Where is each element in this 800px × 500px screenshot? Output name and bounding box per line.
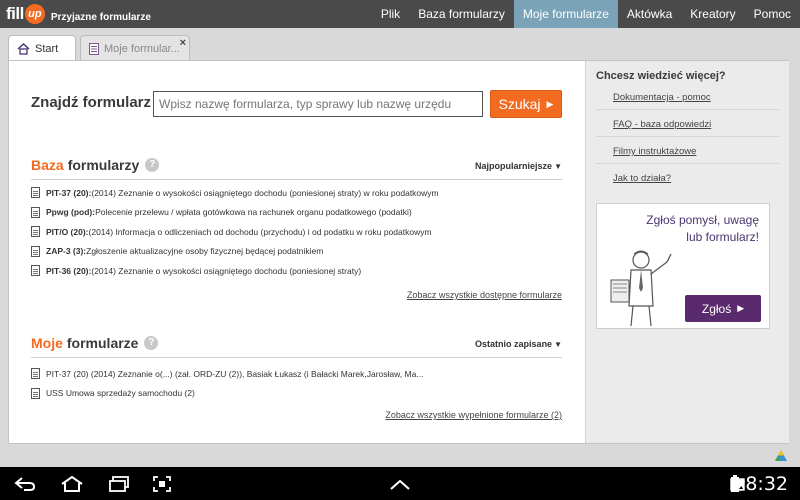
section-title-baza: Baza formularzy ?	[31, 157, 160, 173]
sort-dropdown-recent[interactable]: Ostatnio zapisane ▼	[475, 339, 562, 349]
arrow-right-icon: ▶	[737, 303, 745, 313]
tab-strip: Start Moje formular... ×	[0, 28, 800, 61]
title-accent: Baza	[31, 157, 64, 173]
logo-text: fill	[6, 4, 24, 23]
tab-label: Start	[35, 42, 59, 55]
list-item[interactable]: PIT/O (20): (2014) Informacja o odliczen…	[31, 222, 562, 242]
item-text: USS Umowa sprzedaży samochodu (2)	[46, 388, 195, 399]
tab-start[interactable]: Start	[8, 35, 76, 61]
item-code: PIT/O (20):	[46, 226, 89, 237]
item-desc: (2014) Zeznanie o wysokości osiągniętego…	[91, 187, 439, 198]
screenshot-icon[interactable]	[152, 475, 172, 493]
report-button[interactable]: Zgłoś ▶	[685, 295, 761, 322]
search-input[interactable]	[153, 91, 483, 117]
item-code: ZAP-3 (3):	[46, 246, 87, 257]
document-icon	[31, 368, 40, 380]
status-area: # 8:32	[730, 472, 792, 496]
list-item[interactable]: PIT-37 (20): (2014) Zeznanie o wysokości…	[31, 183, 562, 203]
sort-dropdown-popular[interactable]: Najpopularniejsze ▼	[475, 161, 562, 171]
item-code: PIT-36 (20):	[46, 265, 92, 276]
link-jak-to-dziala[interactable]: Jak to działa?	[613, 173, 671, 184]
app-logo[interactable]: fill up Przyjazne formularze	[6, 2, 151, 26]
divider	[596, 109, 779, 110]
app-tagline: Przyjazne formularze	[50, 11, 151, 23]
form-icon	[89, 42, 99, 55]
system-bar: # 8:32	[0, 467, 800, 500]
chevron-up-icon[interactable]	[389, 479, 411, 491]
logo-badge: up	[24, 4, 45, 24]
divider	[596, 136, 779, 137]
nav-item-pomoc[interactable]: Pomoc	[745, 0, 800, 28]
see-all-forms-link[interactable]: Zobacz wszystkie dostępne formularze	[407, 290, 562, 300]
help-icon[interactable]: ?	[144, 336, 159, 350]
search-button[interactable]: Szukaj ▶	[490, 90, 562, 118]
sidebar-title: Chcesz wiedzieć więcej?	[596, 70, 726, 82]
list-item[interactable]: PIT-37 (20) (2014) Zeznanie o(...) (zał.…	[31, 364, 562, 384]
divider	[31, 357, 562, 358]
document-icon	[31, 387, 40, 399]
nav-item-aktowka[interactable]: Aktówka	[618, 0, 681, 28]
promo-line: Zgłoś pomysł, uwagę	[646, 213, 759, 227]
help-icon[interactable]: ?	[145, 158, 160, 172]
recent-apps-icon[interactable]	[108, 475, 130, 493]
nav-item-baza-formularzy[interactable]: Baza formularzy	[409, 0, 514, 28]
nav-item-kreatory[interactable]: Kreatory	[681, 0, 744, 28]
main-nav: Plik Baza formularzy Moje formularze Akt…	[372, 0, 800, 28]
clock: 8:32	[745, 473, 788, 495]
caret-down-icon: ▼	[554, 340, 562, 349]
caret-down-icon: ▼	[554, 162, 562, 171]
report-button-label: Zgłoś	[701, 301, 732, 316]
moje-list: PIT-37 (20) (2014) Zeznanie o(...) (zał.…	[31, 364, 562, 403]
drive-icon[interactable]	[774, 449, 788, 463]
arrow-right-icon: ▶	[546, 98, 554, 109]
list-item[interactable]: PIT-36 (20): (2014) Zeznanie o wysokości…	[31, 261, 562, 281]
list-item[interactable]: USS Umowa sprzedaży samochodu (2)	[31, 384, 562, 404]
link-dokumentacja[interactable]: Dokumentacja - pomoc	[613, 92, 711, 103]
item-text: PIT-37 (20) (2014) Zeznanie o(...) (zał.…	[46, 368, 424, 379]
document-icon	[31, 187, 40, 199]
document-icon	[31, 206, 40, 218]
search-label: Znajdź formularz	[31, 94, 152, 111]
presenter-illustration	[610, 250, 672, 327]
home-icon	[17, 42, 30, 55]
document-icon	[31, 245, 40, 257]
sort-label: Najpopularniejsze	[475, 161, 553, 171]
battery-icon	[731, 475, 740, 492]
nav-item-plik[interactable]: Plik	[372, 0, 409, 28]
baza-list: PIT-37 (20): (2014) Zeznanie o wysokości…	[31, 183, 562, 281]
tab-label: Moje formular...	[104, 42, 180, 55]
item-desc: Zgłoszenie aktualizacyjne osoby fizyczne…	[86, 246, 324, 257]
item-code: PIT-37 (20):	[46, 187, 92, 198]
link-faq[interactable]: FAQ - baza odpowiedzi	[613, 119, 711, 130]
info-sidebar: Chcesz wiedzieć więcej? Dokumentacja - p…	[585, 61, 789, 443]
close-icon[interactable]: ×	[180, 37, 186, 49]
sort-label: Ostatnio zapisane	[475, 339, 553, 349]
back-icon[interactable]	[14, 476, 36, 492]
main-panel: Znajdź formularz Szukaj ▶ Baza formularz…	[8, 60, 789, 444]
feedback-promo: Zgłoś pomysł, uwagę lub formularz! Zgłoś…	[596, 203, 770, 329]
link-filmy[interactable]: Filmy instruktażowe	[613, 146, 696, 157]
search-button-label: Szukaj	[498, 96, 541, 112]
nav-item-moje-formularze[interactable]: Moje formularze	[513, 0, 618, 28]
item-code: Ppwg (pod):	[46, 207, 96, 218]
item-desc: (2014) Zeznanie o wysokości osiągniętego…	[91, 265, 362, 276]
home-icon[interactable]	[60, 475, 84, 493]
title-accent: Moje	[31, 335, 63, 351]
list-item[interactable]: Ppwg (pod): Polecenie przelewu / wpłata …	[31, 203, 562, 223]
top-bar: fill up Przyjazne formularze Plik Baza f…	[0, 0, 800, 28]
divider	[31, 179, 562, 180]
divider	[596, 163, 779, 164]
document-icon	[31, 226, 40, 238]
list-item[interactable]: ZAP-3 (3): Zgłoszenie aktualizacyjne oso…	[31, 242, 562, 262]
title-rest: formularze	[66, 335, 139, 351]
content-area: Znajdź formularz Szukaj ▶ Baza formularz…	[9, 61, 585, 443]
see-all-filled-forms-link[interactable]: Zobacz wszystkie wypełnione formularze (…	[385, 410, 562, 420]
item-desc: (2014) Informacja o odliczeniach od doch…	[88, 226, 432, 237]
tab-moje-formularze[interactable]: Moje formular... ×	[80, 35, 190, 61]
title-rest: formularzy	[67, 157, 140, 173]
section-title-moje: Moje formularze ?	[31, 335, 159, 351]
item-desc: Polecenie przelewu / wpłata gotówkowa na…	[95, 207, 412, 218]
document-icon	[31, 265, 40, 277]
